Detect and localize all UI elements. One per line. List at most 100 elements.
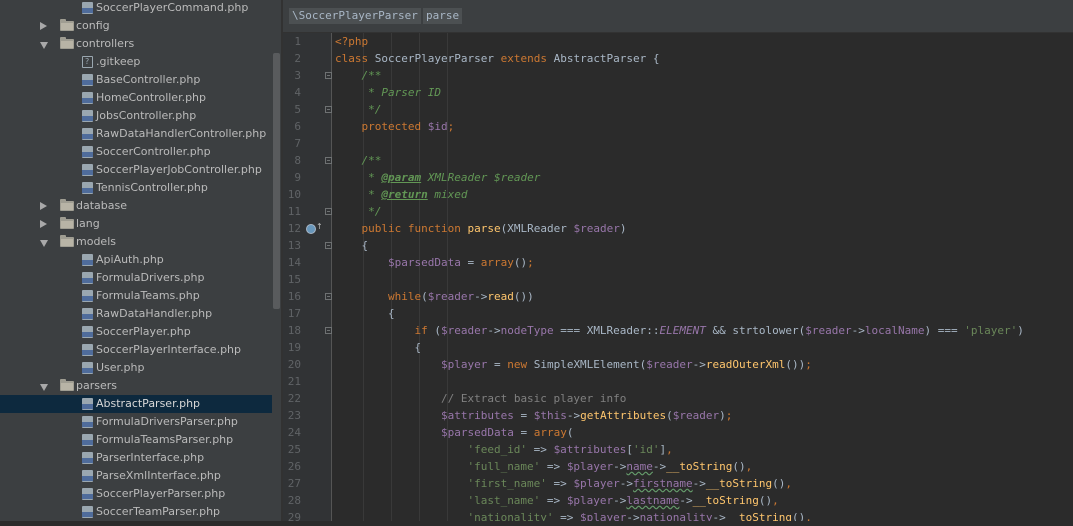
tree-file[interactable]: AbstractParser.php (0, 395, 272, 413)
tree-file[interactable]: FormulaTeamsParser.php (0, 431, 272, 449)
code-line[interactable]: * @param XMLReader $reader (335, 169, 540, 186)
tree-item-label: TennisController.php (96, 181, 208, 194)
code-line[interactable]: 'feed_id' => $attributes['id'], (335, 441, 672, 458)
editor-gutter[interactable]: 1234567891011121314151617181920212223242… (283, 33, 332, 524)
tree-item-label: SoccerPlayerParser.php (96, 487, 226, 500)
line-number: 25 (287, 443, 301, 456)
fold-marker-icon[interactable] (325, 293, 332, 300)
php-file-icon (82, 272, 93, 284)
code-line[interactable]: protected $id; (335, 118, 455, 135)
tree-file[interactable]: User.php (0, 359, 272, 377)
tree-file[interactable]: RawDataHandlerController.php (0, 125, 272, 143)
php-file-icon (82, 398, 93, 410)
tree-file[interactable]: SoccerPlayerInterface.php (0, 341, 272, 359)
fold-marker-icon[interactable] (325, 242, 332, 249)
tree-file[interactable]: .gitkeep (0, 53, 272, 71)
line-number: 28 (287, 494, 301, 507)
code-line[interactable]: */ (335, 203, 381, 220)
tree-file[interactable]: HomeController.php (0, 89, 272, 107)
code-line[interactable]: 'first_name' => $player->firstname->__to… (335, 475, 792, 492)
tree-item-label: FormulaTeamsParser.php (96, 433, 234, 446)
tree-file[interactable]: ParseXmlInterface.php (0, 467, 272, 485)
code-line[interactable]: $parsedData = array( (335, 424, 573, 441)
tree-item-label: parsers (76, 379, 117, 392)
code-line[interactable]: 'nationality' => $player->nationality->_… (335, 509, 811, 521)
tree-file[interactable]: SoccerPlayerJobController.php (0, 161, 272, 179)
php-file-icon (82, 110, 93, 122)
tree-item-label: User.php (96, 361, 145, 374)
php-file-icon (82, 2, 93, 14)
line-number: 13 (287, 239, 301, 252)
fold-marker-icon[interactable] (325, 157, 332, 164)
code-line[interactable]: class SoccerPlayerParser extends Abstrac… (335, 50, 660, 67)
tree-file[interactable]: SoccerPlayerParser.php (0, 485, 272, 503)
fold-marker-icon[interactable] (325, 327, 332, 334)
code-line[interactable]: $parsedData = array(); (335, 254, 534, 271)
folder-icon (60, 379, 74, 391)
tree-item-label: database (76, 199, 127, 212)
tree-file[interactable]: FormulaDrivers.php (0, 269, 272, 287)
tree-folder-lang[interactable]: lang (0, 215, 272, 233)
tree-folder-models[interactable]: models (0, 233, 272, 251)
code-line[interactable]: public function parse(XMLReader $reader) (335, 220, 627, 237)
php-file-icon (82, 470, 93, 482)
tree-file[interactable]: SoccerTeamParser.php (0, 503, 272, 521)
text-file-icon (82, 56, 93, 68)
code-line[interactable]: */ (335, 101, 381, 118)
tree-file[interactable]: JobsController.php (0, 107, 272, 125)
breadcrumb-method[interactable]: parse (423, 8, 463, 24)
tree-item-label: BaseController.php (96, 73, 201, 86)
tree-file[interactable]: RawDataHandler.php (0, 305, 272, 323)
code-line[interactable]: // Extract basic player info (335, 390, 626, 407)
tree-file[interactable]: SoccerPlayer.php (0, 323, 272, 341)
code-line[interactable]: if ($reader->nodeType === XMLReader::ELE… (335, 322, 1023, 339)
code-line[interactable]: while($reader->read()) (335, 288, 534, 305)
code-line[interactable]: /** (335, 152, 382, 169)
code-line[interactable]: { (335, 339, 421, 356)
tree-folder-config[interactable]: config (0, 17, 272, 35)
line-number: 8 (294, 154, 301, 167)
tree-file[interactable]: BaseController.php (0, 71, 272, 89)
expand-arrow-icon[interactable] (40, 240, 48, 247)
tree-item-label: controllers (76, 37, 135, 50)
tree-file[interactable]: ApiAuth.php (0, 251, 272, 269)
code-line[interactable]: * @return mixed (335, 186, 467, 203)
tree-file[interactable]: SoccerPlayerCommand.php (0, 0, 272, 17)
implements-method-icon[interactable] (306, 222, 323, 234)
fold-marker-icon[interactable] (325, 72, 332, 79)
tree-folder-parsers[interactable]: parsers (0, 377, 272, 395)
code-line[interactable]: /** (335, 67, 382, 84)
breadcrumb-class[interactable]: \SoccerPlayerParser (289, 8, 421, 24)
php-file-icon (82, 182, 93, 194)
code-line[interactable]: <?php (335, 33, 368, 50)
tree-folder-database[interactable]: database (0, 197, 272, 215)
php-file-icon (82, 488, 93, 500)
tree-file[interactable]: FormulaTeams.php (0, 287, 272, 305)
code-line[interactable]: { (335, 237, 368, 254)
tree-file[interactable]: ParserInterface.php (0, 449, 272, 467)
expand-arrow-icon[interactable] (40, 384, 48, 391)
collapse-arrow-icon[interactable] (40, 22, 47, 30)
tree-item-label: JobsController.php (96, 109, 197, 122)
collapse-arrow-icon[interactable] (40, 220, 47, 228)
code-editor[interactable]: <?php class SoccerPlayerParser extends Ab… (332, 33, 1073, 521)
fold-marker-icon[interactable] (325, 208, 332, 215)
code-line[interactable]: $attributes = $this->getAttributes($read… (335, 407, 732, 424)
code-line[interactable]: * Parser ID (335, 84, 441, 101)
expand-arrow-icon[interactable] (40, 42, 48, 49)
tree-file[interactable]: SoccerController.php (0, 143, 272, 161)
code-line[interactable]: { (335, 305, 395, 322)
code-line[interactable]: 'full_name' => $player->name->__toString… (335, 458, 752, 475)
tree-file[interactable]: TennisController.php (0, 179, 272, 197)
scrollbar-thumb[interactable] (273, 53, 280, 309)
fold-marker-icon[interactable] (325, 106, 332, 113)
tree-folder-controllers[interactable]: controllers (0, 35, 272, 53)
line-number: 22 (287, 392, 301, 405)
project-tree-scrollbar[interactable] (272, 0, 281, 521)
tree-file[interactable]: FormulaDriversParser.php (0, 413, 272, 431)
project-tree[interactable]: SoccerPlayerCommand.php config controllers… (0, 0, 272, 521)
code-line[interactable]: $player = new SimpleXMLElement($reader->… (335, 356, 812, 373)
code-line[interactable]: 'last_name' => $player->lastname->__toSt… (335, 492, 778, 509)
line-number: 27 (287, 477, 301, 490)
collapse-arrow-icon[interactable] (40, 202, 47, 210)
